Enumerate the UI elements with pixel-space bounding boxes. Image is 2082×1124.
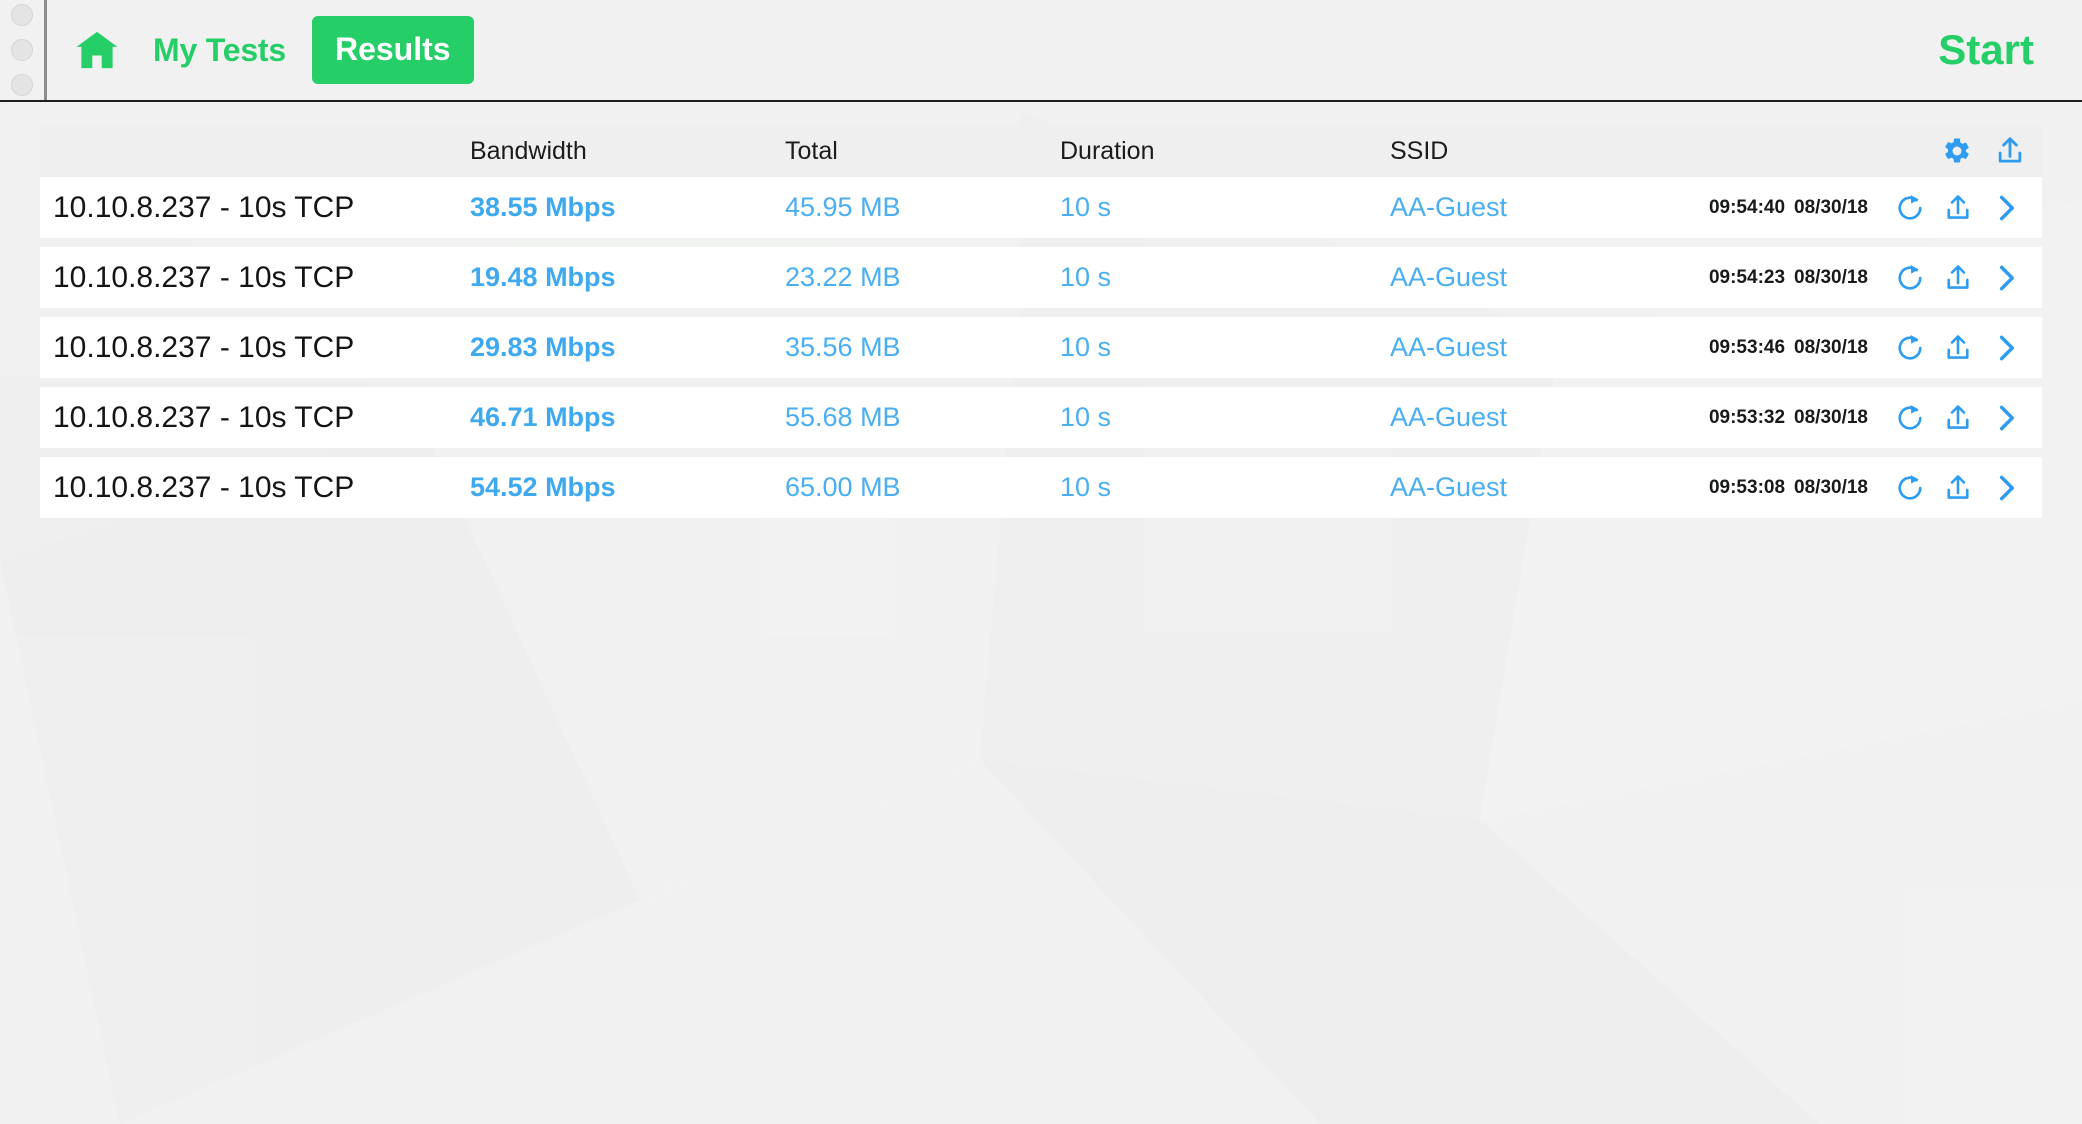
row-timestamp: 09:54:40 08/30/18	[1708, 196, 1868, 218]
results-table: Bandwidth Total Duration SSID 10.10.8.23…	[40, 125, 2042, 518]
nav-results-tab[interactable]: Results	[311, 16, 474, 84]
table-row[interactable]: 10.10.8.237 - 10s TCP 46.71 Mbps 55.68 M…	[40, 387, 2042, 448]
start-button[interactable]: Start	[1938, 29, 2082, 71]
details-chevron-icon[interactable]	[1982, 263, 2030, 293]
row-test-name: 10.10.8.237 - 10s TCP	[53, 190, 355, 224]
column-header-bandwidth[interactable]: Bandwidth	[470, 137, 785, 166]
row-ssid: AA-Guest	[1390, 472, 1508, 502]
nav-my-tests[interactable]: My Tests	[135, 34, 304, 66]
details-chevron-icon[interactable]	[1982, 193, 2030, 223]
row-bandwidth: 54.52 Mbps	[470, 472, 616, 502]
rerun-refresh-icon[interactable]	[1886, 403, 1934, 433]
table-row[interactable]: 10.10.8.237 - 10s TCP 29.83 Mbps 35.56 M…	[40, 317, 2042, 378]
row-actions: 09:54:23 08/30/18	[1690, 263, 2042, 293]
row-test-name: 10.10.8.237 - 10s TCP	[53, 260, 355, 294]
row-bandwidth: 29.83 Mbps	[470, 332, 616, 362]
details-chevron-icon[interactable]	[1982, 473, 2030, 503]
row-actions: 09:54:40 08/30/18	[1690, 193, 2042, 223]
row-ssid: AA-Guest	[1390, 192, 1508, 222]
column-header-duration[interactable]: Duration	[1060, 137, 1390, 166]
nav-links: My Tests Results Start	[47, 0, 2082, 100]
row-ssid: AA-Guest	[1390, 332, 1508, 362]
home-button[interactable]	[59, 0, 135, 100]
top-navigation-bar: My Tests Results Start	[0, 0, 2082, 102]
share-upload-icon[interactable]	[1934, 193, 1982, 223]
share-upload-icon[interactable]	[1934, 263, 1982, 293]
row-total: 55.68 MB	[785, 402, 901, 432]
column-header-ssid[interactable]: SSID	[1390, 137, 1690, 166]
row-duration: 10 s	[1060, 192, 1112, 222]
row-bandwidth: 46.71 Mbps	[470, 402, 616, 432]
window-dot-3[interactable]	[11, 74, 33, 96]
row-total: 65.00 MB	[785, 472, 901, 502]
row-duration: 10 s	[1060, 262, 1112, 292]
home-icon	[74, 30, 120, 70]
row-ssid: AA-Guest	[1390, 262, 1508, 292]
rerun-refresh-icon[interactable]	[1886, 473, 1934, 503]
table-row[interactable]: 10.10.8.237 - 10s TCP 19.48 Mbps 23.22 M…	[40, 247, 2042, 308]
row-duration: 10 s	[1060, 332, 1112, 362]
row-total: 23.22 MB	[785, 262, 901, 292]
row-actions: 09:53:32 08/30/18	[1690, 403, 2042, 433]
rerun-refresh-icon[interactable]	[1886, 263, 1934, 293]
row-bandwidth: 38.55 Mbps	[470, 192, 616, 222]
row-actions: 09:53:46 08/30/18	[1690, 333, 2042, 363]
row-duration: 10 s	[1060, 472, 1112, 502]
row-duration: 10 s	[1060, 402, 1112, 432]
row-timestamp: 09:53:46 08/30/18	[1708, 336, 1868, 358]
row-total: 45.95 MB	[785, 192, 901, 222]
rerun-refresh-icon[interactable]	[1886, 193, 1934, 223]
row-timestamp: 09:53:08 08/30/18	[1708, 476, 1868, 498]
row-total: 35.56 MB	[785, 332, 901, 362]
table-row[interactable]: 10.10.8.237 - 10s TCP 54.52 Mbps 65.00 M…	[40, 457, 2042, 518]
row-test-name: 10.10.8.237 - 10s TCP	[53, 400, 355, 434]
details-chevron-icon[interactable]	[1982, 403, 2030, 433]
share-upload-icon[interactable]	[1934, 333, 1982, 363]
details-chevron-icon[interactable]	[1982, 333, 2030, 363]
row-actions: 09:53:08 08/30/18	[1690, 473, 2042, 503]
table-row[interactable]: 10.10.8.237 - 10s TCP 38.55 Mbps 45.95 M…	[40, 177, 2042, 238]
export-upload-icon[interactable]	[1994, 135, 2026, 167]
share-upload-icon[interactable]	[1934, 403, 1982, 433]
row-test-name: 10.10.8.237 - 10s TCP	[53, 330, 355, 364]
window-controls[interactable]	[0, 0, 44, 100]
rerun-refresh-icon[interactable]	[1886, 333, 1934, 363]
window-dot-2[interactable]	[11, 39, 33, 61]
row-test-name: 10.10.8.237 - 10s TCP	[53, 470, 355, 504]
row-ssid: AA-Guest	[1390, 402, 1508, 432]
share-upload-icon[interactable]	[1934, 473, 1982, 503]
row-timestamp: 09:53:32 08/30/18	[1708, 406, 1868, 428]
row-bandwidth: 19.48 Mbps	[470, 262, 616, 292]
table-header-actions	[1690, 135, 2042, 167]
table-header-row: Bandwidth Total Duration SSID	[40, 125, 2042, 177]
row-timestamp: 09:54:23 08/30/18	[1708, 266, 1868, 288]
window-dot-1[interactable]	[11, 4, 33, 26]
column-header-total[interactable]: Total	[785, 137, 1060, 166]
settings-gear-icon[interactable]	[1942, 136, 1972, 166]
